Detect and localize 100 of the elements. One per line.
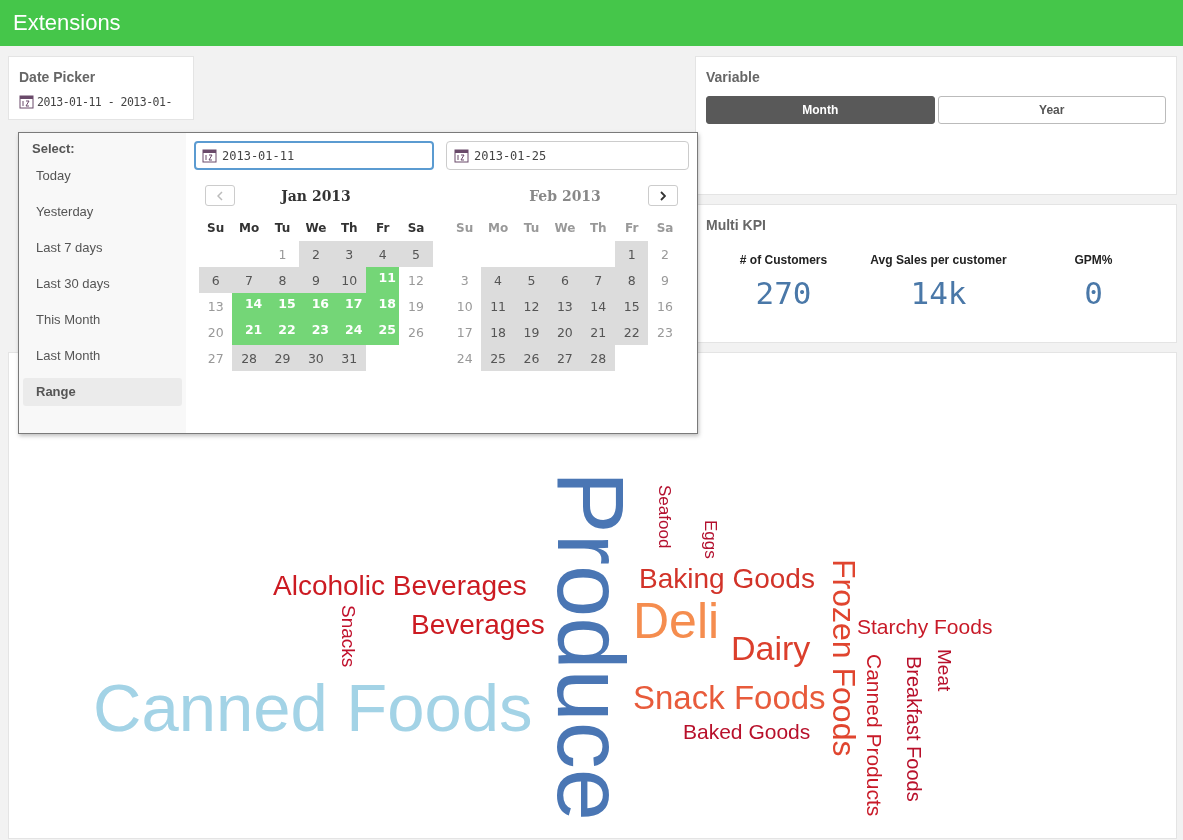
- calendar-day[interactable]: 8: [265, 267, 300, 293]
- calendar-day[interactable]: 15: [614, 293, 649, 319]
- calendar-day[interactable]: 2: [648, 241, 682, 267]
- word-cloud-word: Baking Goods: [639, 564, 815, 594]
- calendar-day[interactable]: 7: [232, 267, 266, 293]
- kpi-label: Avg Sales per customer: [870, 253, 1007, 267]
- calendar-day[interactable]: 17: [448, 319, 482, 345]
- preset-item[interactable]: Last 30 days: [23, 270, 182, 298]
- calendar-day[interactable]: 1: [614, 241, 649, 267]
- calendar-day[interactable]: 7: [581, 267, 615, 293]
- calendar-day[interactable]: 25: [481, 345, 515, 371]
- next-month-button[interactable]: [648, 185, 678, 206]
- word-cloud-word: Produce: [553, 471, 629, 822]
- calendar-day[interactable]: 20: [548, 319, 582, 345]
- word-cloud-word: Starchy Foods: [857, 616, 993, 639]
- word-cloud-word: Beverages: [411, 610, 545, 640]
- select-label: Select:: [31, 141, 76, 158]
- calendar-day[interactable]: 29: [265, 345, 300, 371]
- weekday-header: Th: [339, 220, 359, 237]
- preset-item[interactable]: Last Month: [23, 342, 182, 370]
- weekday-header: Tu: [522, 220, 541, 237]
- calendar-day[interactable]: 28: [232, 345, 266, 371]
- calendar-day[interactable]: 9: [299, 267, 333, 293]
- kpi-label: GPM%: [1074, 253, 1113, 267]
- calendar-day[interactable]: 3: [448, 267, 482, 293]
- calendar-day[interactable]: 22: [614, 319, 649, 345]
- calendar-day[interactable]: 31: [332, 345, 366, 371]
- calendar-icon: [202, 148, 217, 163]
- calendar-day[interactable]: 5: [399, 241, 433, 267]
- word-cloud-word: Deli: [633, 595, 720, 648]
- calendar-day[interactable]: 13: [548, 293, 582, 319]
- weekday-header: Mo: [238, 220, 261, 237]
- calendar-day[interactable]: 10: [448, 293, 482, 319]
- kpi-value: 0: [1084, 275, 1103, 311]
- calendar-day[interactable]: 23: [648, 319, 682, 345]
- word-cloud-word: Canned Products: [865, 654, 882, 817]
- card-title: Multi KPI: [706, 217, 767, 233]
- date-range-value[interactable]: 2013-01-11 - 2013-01-: [37, 94, 172, 109]
- chevron-left-icon: [217, 190, 223, 201]
- calendar-day[interactable]: 4: [365, 241, 400, 267]
- kpi-label: # of Customers: [739, 253, 828, 267]
- weekday-header: Su: [455, 220, 475, 237]
- weekday-header: Su: [206, 220, 226, 237]
- month-title: Feb 2013: [529, 188, 601, 204]
- date-field[interactable]: 2013-01-11: [194, 141, 434, 170]
- weekday-header: We: [304, 220, 328, 237]
- calendar-day[interactable]: 19: [514, 319, 549, 345]
- card-title: Date Picker: [19, 69, 97, 85]
- calendar-day[interactable]: 28: [581, 345, 615, 371]
- variable-toggle-button[interactable]: Month: [706, 96, 935, 124]
- calendar-day[interactable]: 30: [299, 345, 333, 371]
- weekday-header: Tu: [273, 220, 292, 237]
- calendar-day[interactable]: 11: [481, 293, 515, 319]
- word-cloud-word: Snacks: [341, 605, 357, 668]
- calendar-day[interactable]: 13: [199, 293, 233, 319]
- word-cloud-word: Eggs: [703, 520, 717, 559]
- weekday-header: Th: [588, 220, 608, 237]
- calendar-day[interactable]: 27: [199, 345, 233, 371]
- calendar-day[interactable]: 6: [199, 267, 233, 293]
- weekday-header: Fr: [623, 220, 640, 237]
- calendar-day[interactable]: 8: [614, 267, 649, 293]
- calendar-day[interactable]: 24: [448, 345, 482, 371]
- calendar-day[interactable]: 26: [514, 345, 549, 371]
- calendar-day[interactable]: 5: [514, 267, 549, 293]
- calendar-day[interactable]: 27: [548, 345, 582, 371]
- calendar-day[interactable]: 18: [481, 319, 515, 345]
- calendar-day[interactable]: 12: [514, 293, 549, 319]
- calendar-day[interactable]: 26: [399, 319, 433, 345]
- calendar-day[interactable]: 14: [581, 293, 615, 319]
- calendar-day[interactable]: 16: [648, 293, 682, 319]
- calendar-day[interactable]: 3: [332, 241, 366, 267]
- weekday-header: Sa: [406, 220, 426, 237]
- calendar-day[interactable]: 20: [199, 319, 233, 345]
- preset-item[interactable]: This Month: [23, 306, 182, 334]
- word-cloud-word: Breakfast Foods: [906, 656, 922, 802]
- calendar-day[interactable]: 10: [332, 267, 366, 293]
- calendar-day[interactable]: 12: [399, 267, 433, 293]
- calendar-day[interactable]: 6: [548, 267, 582, 293]
- calendar-day[interactable]: 19: [399, 293, 433, 319]
- kpi-value: 270: [755, 275, 812, 311]
- weekday-header: Fr: [374, 220, 391, 237]
- word-cloud-word: Frozen Foods: [830, 559, 856, 757]
- chevron-right-icon: [660, 190, 666, 201]
- preset-item[interactable]: Today: [23, 162, 182, 190]
- calendar-day[interactable]: 1: [265, 241, 300, 267]
- calendar-icon: [454, 148, 469, 163]
- weekday-header: Sa: [655, 220, 675, 237]
- word-cloud-word: Baked Goods: [683, 721, 811, 744]
- word-cloud-word: Meat: [937, 649, 953, 692]
- weekday-header: We: [553, 220, 577, 237]
- variable-toggle-button[interactable]: Year: [937, 96, 1166, 124]
- calendar-day[interactable]: 21: [581, 319, 615, 345]
- date-field[interactable]: 2013-01-25: [446, 141, 689, 170]
- preset-item[interactable]: Range: [23, 378, 182, 406]
- preset-item[interactable]: Yesterday: [23, 198, 182, 226]
- calendar-day[interactable]: 9: [648, 267, 682, 293]
- preset-item[interactable]: Last 7 days: [23, 234, 182, 262]
- calendar-day[interactable]: 2: [299, 241, 333, 267]
- month-title: Jan 2013: [281, 188, 351, 204]
- calendar-day[interactable]: 4: [481, 267, 515, 293]
